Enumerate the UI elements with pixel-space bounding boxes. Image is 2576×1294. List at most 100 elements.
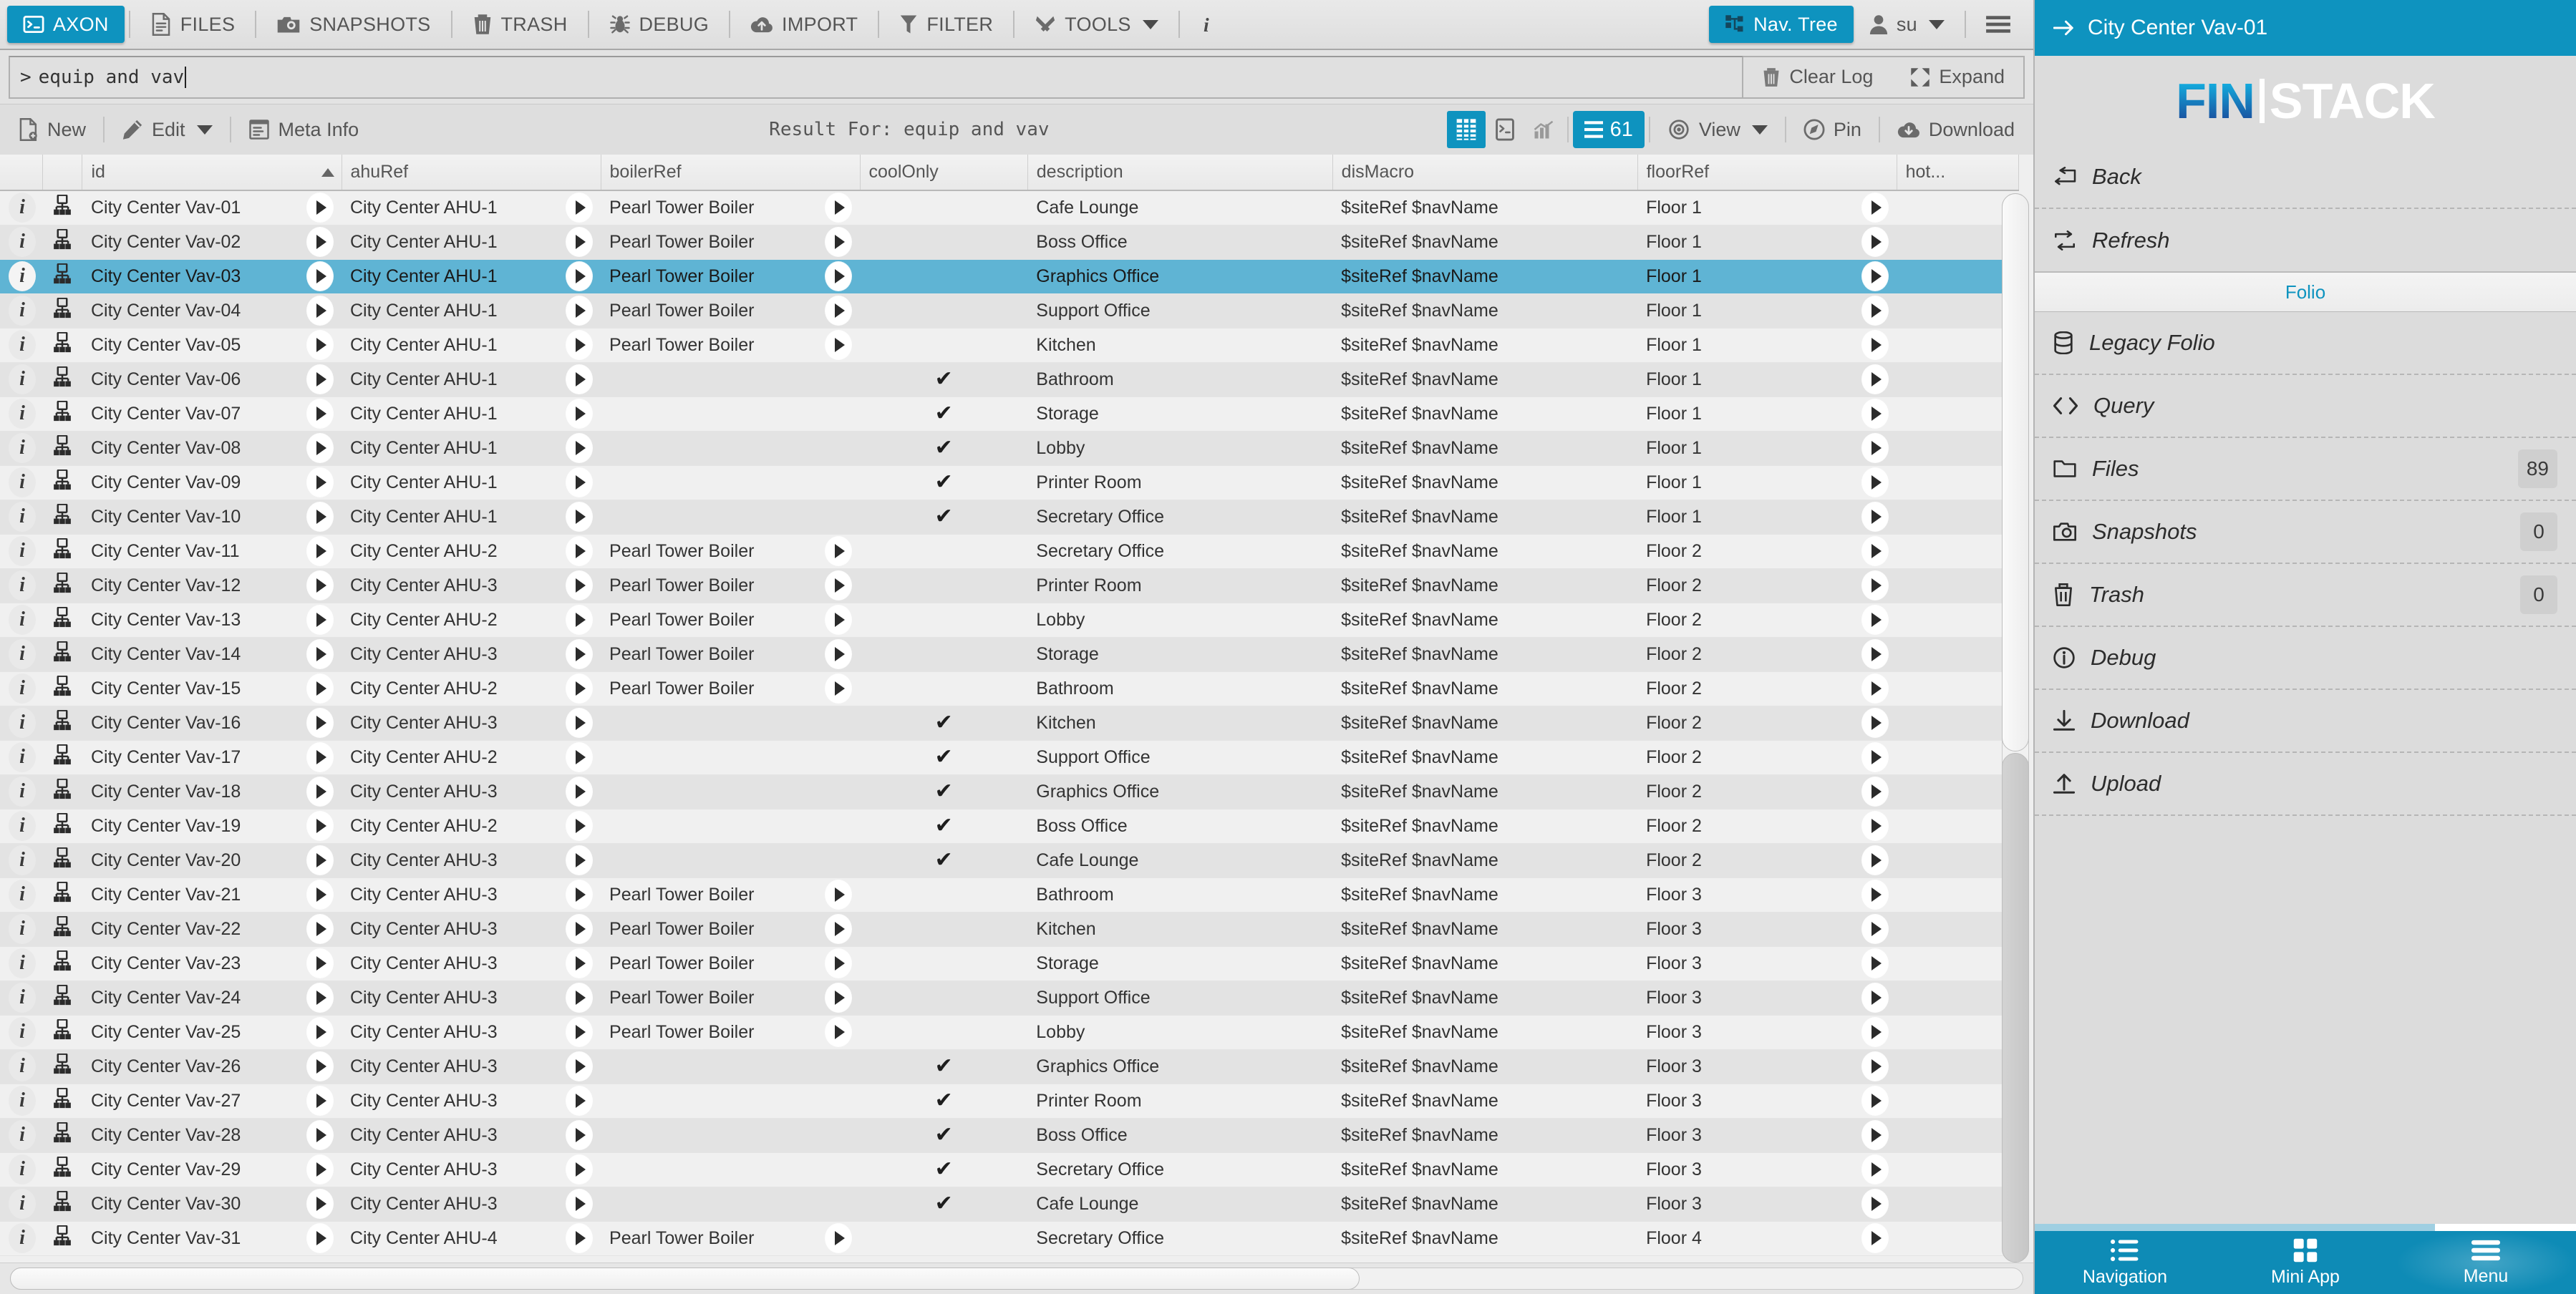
bottom-nav-navigation[interactable]: Navigation [2035,1231,2215,1294]
row-info-button[interactable]: i [9,193,36,223]
expand-ref-button[interactable] [1862,1086,1889,1115]
expand-ref-button[interactable] [307,1018,333,1046]
expand-ref-button[interactable] [566,674,593,703]
edit-button[interactable]: Edit [109,111,226,148]
expand-ref-button[interactable] [825,1224,852,1252]
table-row[interactable]: i City Center Vav-10 City Center AHU-1 ✔ Sec… [0,500,2019,535]
download-button[interactable]: Download [1884,111,2028,148]
table-row[interactable]: i City Center Vav-31 City Center AHU-4 Pear… [0,1221,2019,1256]
expand-ref-button[interactable] [1862,846,1889,875]
expand-ref-button[interactable] [307,571,333,600]
row-info-button[interactable]: i [9,536,36,566]
pin-button[interactable]: Pin [1791,111,1874,148]
side-panel-item-query[interactable]: Query [2035,375,2576,438]
expand-ref-button[interactable] [1862,1155,1889,1184]
horizontal-scrollbar-thumb[interactable] [10,1268,1360,1290]
row-info-button[interactable]: i [9,1086,36,1116]
table-row[interactable]: i City Center Vav-30 City Center AHU-3 ✔ Caf… [0,1187,2019,1222]
expand-ref-button[interactable] [307,812,333,840]
expand-ref-button[interactable] [1862,1224,1889,1252]
table-row[interactable]: i City Center Vav-03 City Center AHU-1 Pear… [0,259,2019,294]
row-info-button[interactable]: i [9,639,36,669]
expand-ref-button[interactable] [566,1190,593,1218]
expand-ref-button[interactable] [566,605,593,634]
expand-ref-button[interactable] [307,1224,333,1252]
expand-ref-button[interactable] [307,709,333,737]
row-info-button[interactable]: i [9,1051,36,1081]
console-view-toggle[interactable] [1486,111,1524,148]
expand-ref-button[interactable] [307,262,333,291]
expand-ref-button[interactable] [566,262,593,291]
expand-button[interactable]: Expand [1892,57,2023,97]
column-header-ahuref[interactable]: ahuRef [342,155,601,191]
expand-ref-button[interactable] [1862,1190,1889,1218]
expand-ref-button[interactable] [307,502,333,531]
clear-log-button[interactable]: Clear Log [1743,57,1892,97]
expand-ref-button[interactable] [1862,1121,1889,1149]
table-row[interactable]: i City Center Vav-20 City Center AHU-3 ✔ Caf… [0,843,2019,878]
new-button[interactable]: New [6,111,99,148]
expand-ref-button[interactable] [307,1121,333,1149]
table-row[interactable]: i City Center Vav-27 City Center AHU-3 ✔ Pri… [0,1084,2019,1119]
table-row[interactable]: i City Center Vav-19 City Center AHU-2 ✔ Bos… [0,809,2019,844]
expand-ref-button[interactable] [825,193,852,223]
expand-ref-button[interactable] [1862,331,1889,359]
row-info-button[interactable]: i [9,330,36,360]
row-info-button[interactable]: i [9,502,36,532]
column-header-description[interactable]: description [1027,155,1333,191]
table-row[interactable]: i City Center Vav-07 City Center AHU-1 ✔ Sto… [0,397,2019,432]
row-info-button[interactable]: i [9,811,36,841]
table-row[interactable]: i City Center Vav-11 City Center AHU-2 Pear… [0,534,2019,569]
row-info-button[interactable]: i [9,777,36,807]
expand-ref-button[interactable] [1862,1018,1889,1046]
toolbar-item-tools[interactable]: TOOLS [1019,6,1174,43]
expand-ref-button[interactable] [825,949,852,978]
expand-ref-button[interactable] [307,193,333,223]
vertical-scrollbar[interactable] [2002,193,2029,1263]
expand-ref-button[interactable] [566,1121,593,1149]
bottom-nav-menu[interactable]: Menu [2396,1231,2576,1294]
query-input[interactable]: > equip and vav [9,55,1744,99]
expand-ref-button[interactable] [307,537,333,565]
table-row[interactable]: i City Center Vav-21 City Center AHU-3 Pear… [0,877,2019,913]
expand-ref-button[interactable] [566,399,593,428]
expand-ref-button[interactable] [307,468,333,497]
expand-ref-button[interactable] [307,331,333,359]
table-row[interactable]: i City Center Vav-08 City Center AHU-1 ✔ Lob… [0,431,2019,466]
row-info-button[interactable]: i [9,1223,36,1253]
expand-ref-button[interactable] [825,605,852,634]
expand-ref-button[interactable] [825,571,852,600]
expand-ref-button[interactable] [307,640,333,668]
row-info-button[interactable]: i [9,1154,36,1184]
expand-ref-button[interactable] [1862,228,1889,256]
table-row[interactable]: i City Center Vav-17 City Center AHU-2 ✔ Sup… [0,740,2019,775]
toolbar-item-filter[interactable]: FILTER [883,6,1009,43]
expand-ref-button[interactable] [1862,605,1889,634]
row-info-button[interactable]: i [9,1189,36,1219]
bottom-nav-mini-app[interactable]: Mini App [2215,1231,2396,1294]
row-info-button[interactable]: i [9,880,36,910]
expand-ref-button[interactable] [825,1018,852,1046]
toolbar-item-user[interactable]: su [1854,6,1960,43]
row-info-button[interactable]: i [9,467,36,497]
column-header-id[interactable]: id [82,155,342,191]
expand-ref-button[interactable] [307,1052,333,1081]
expand-ref-button[interactable] [566,1224,593,1252]
expand-ref-button[interactable] [566,468,593,497]
expand-ref-button[interactable] [566,743,593,772]
expand-ref-button[interactable] [307,846,333,875]
table-row[interactable]: i City Center Vav-05 City Center AHU-1 Pear… [0,328,2019,363]
expand-ref-button[interactable] [307,1155,333,1184]
table-row[interactable]: i City Center Vav-25 City Center AHU-3 Pear… [0,1015,2019,1050]
row-info-button[interactable]: i [9,742,36,772]
row-info-button[interactable]: i [9,296,36,326]
expand-ref-button[interactable] [566,193,593,223]
vertical-scrollbar-lower-track[interactable] [2002,753,2029,1263]
toolbar-item-nav-tree[interactable]: Nav. Tree [1709,6,1854,43]
expand-ref-button[interactable] [566,1052,593,1081]
expand-ref-button[interactable] [566,434,593,462]
toolbar-item-import[interactable]: IMPORT [735,6,873,43]
row-info-button[interactable]: i [9,948,36,978]
expand-ref-button[interactable] [1862,365,1889,394]
expand-ref-button[interactable] [825,915,852,943]
